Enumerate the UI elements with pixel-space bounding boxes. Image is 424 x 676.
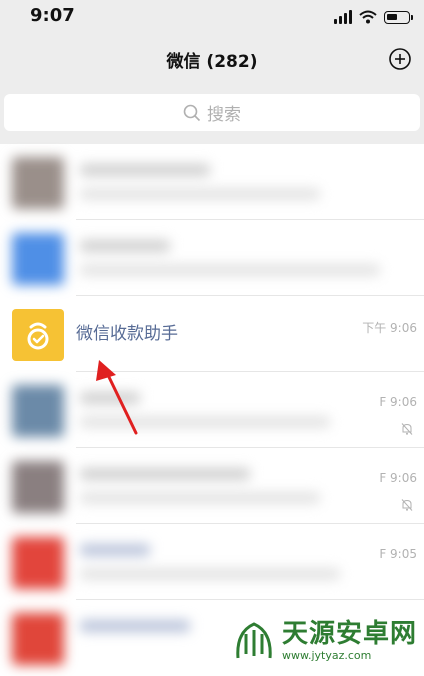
chat-time: F 9:06 — [379, 471, 417, 485]
avatar — [12, 157, 64, 209]
chat-row[interactable]: F 9:05 — [0, 524, 424, 600]
wifi-icon — [359, 10, 377, 24]
watermark-title: 天源安卓网 — [282, 619, 418, 649]
wallet-assistant-icon — [27, 322, 49, 350]
avatar — [12, 385, 64, 437]
chat-row[interactable]: F 9:06 — [0, 372, 424, 448]
chat-time: F 9:06 — [379, 395, 417, 409]
name-placeholder — [80, 392, 140, 404]
chat-list: 微信收款助手 下午 9:06 F 9:06 F 9:06 F 9:05 — [0, 144, 424, 669]
chat-row[interactable]: F 9:06 — [0, 448, 424, 524]
avatar — [12, 613, 64, 665]
android-logo-icon — [236, 622, 272, 659]
avatar — [12, 233, 64, 285]
message-placeholder — [80, 492, 320, 504]
chat-name: 微信收款助手 — [76, 324, 178, 344]
top-bar: 9:07 微信 (282) 搜索 — [0, 0, 424, 144]
avatar — [12, 461, 64, 513]
avatar — [12, 309, 64, 361]
avatar — [12, 537, 64, 589]
chat-row[interactable] — [0, 144, 424, 220]
name-placeholder — [80, 240, 170, 252]
message-placeholder — [80, 188, 320, 200]
message-placeholder — [80, 264, 380, 276]
name-placeholder — [80, 620, 190, 632]
chat-time: 下午 9:06 — [362, 321, 417, 335]
mute-bell-icon — [401, 423, 413, 435]
mute-bell-icon — [401, 499, 413, 511]
battery-icon — [384, 10, 413, 24]
message-placeholder — [80, 568, 340, 580]
chat-row[interactable] — [0, 220, 424, 296]
search-icon — [183, 104, 201, 121]
status-icons — [334, 8, 413, 26]
chat-row-wechat-pay-assistant[interactable]: 微信收款助手 下午 9:06 — [0, 296, 424, 372]
name-placeholder — [80, 544, 150, 556]
chat-time: F 9:05 — [379, 547, 417, 561]
plus-circle-icon[interactable] — [388, 47, 412, 71]
search-placeholder: 搜索 — [207, 105, 241, 125]
cellular-signal-icon — [334, 10, 352, 24]
name-placeholder — [80, 164, 210, 176]
name-placeholder — [80, 468, 250, 480]
status-time: 9:07 — [30, 5, 75, 26]
page-title: 微信 (282) — [166, 52, 258, 72]
status-bar: 9:07 — [0, 0, 424, 34]
watermark: 天源安卓网 www.jytyaz.com — [232, 618, 417, 664]
battery-level — [387, 13, 397, 20]
watermark-url: www.jytyaz.com — [282, 649, 372, 662]
search-bar[interactable]: 搜索 — [4, 94, 420, 131]
message-placeholder — [80, 416, 330, 428]
